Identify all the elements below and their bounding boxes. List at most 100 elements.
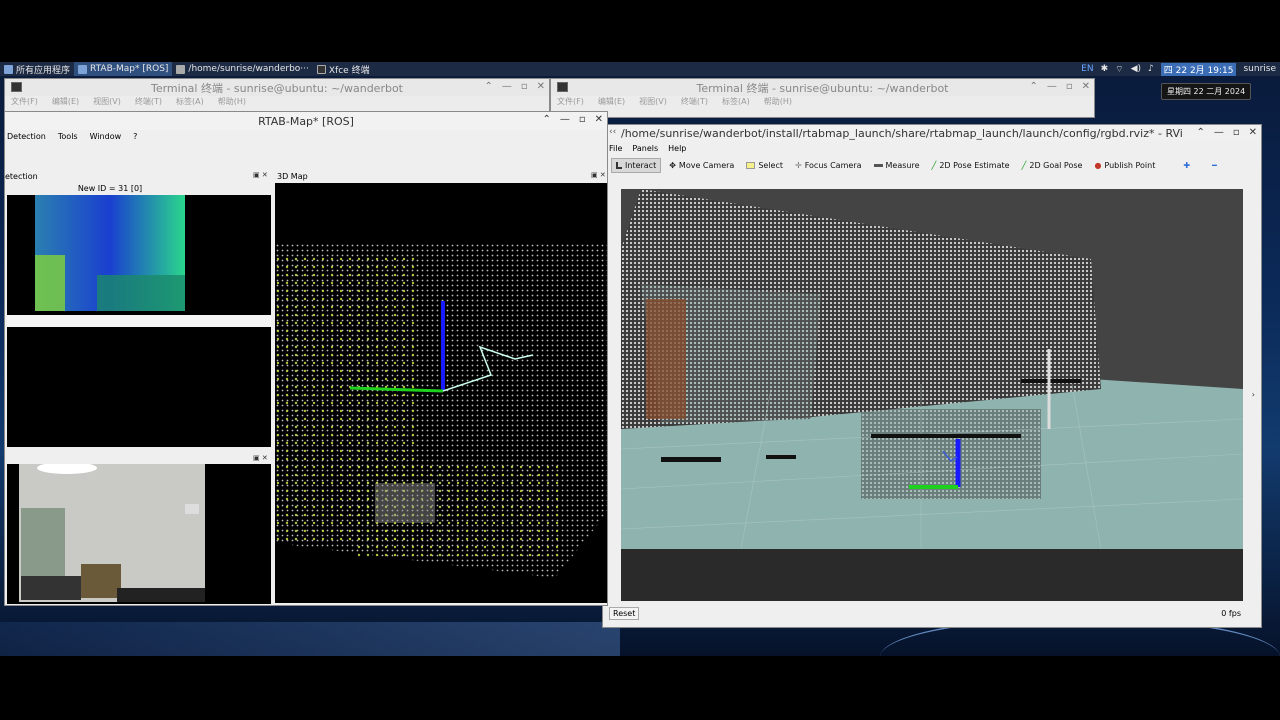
shade-button[interactable]: ⌃ (1196, 127, 1204, 138)
goal-pose-icon: ╱ (1021, 160, 1027, 170)
rviz-statusbar: Reset 0 fps (603, 607, 1261, 623)
top-panel: 所有应用程序 RTAB-Map* [ROS] /home/sunrise/wan… (0, 62, 1280, 76)
tool-select[interactable]: Select (742, 159, 787, 172)
menu-view[interactable]: 视图(V) (639, 96, 667, 107)
tool-2d-goal-pose[interactable]: ╱ 2D Goal Pose (1018, 159, 1087, 172)
tool-move-camera[interactable]: ✥ Move Camera (665, 159, 738, 172)
task-rviz[interactable]: /home/sunrise/wanderbo··· (172, 62, 312, 76)
bluetooth-icon[interactable]: ✱ (1101, 64, 1109, 74)
dock-controls[interactable]: ▣ ✕ (253, 454, 268, 462)
window-controls: ⌃ — ▫ ✕ (1029, 81, 1090, 92)
keyboard-layout-indicator[interactable]: EN (1081, 64, 1093, 74)
close-button[interactable]: ✕ (537, 81, 545, 92)
terminal-menubar: 文件(F) 编辑(E) 视图(V) 终端(T) 标签(A) 帮助(H) (5, 96, 549, 107)
dock-controls[interactable]: ▣ ✕ (591, 171, 606, 179)
close-button[interactable]: ✕ (595, 114, 603, 125)
task-label: RTAB-Map* [ROS] (90, 64, 169, 74)
minimize-icon[interactable]: ⌃ (484, 81, 492, 92)
menu-edit[interactable]: 编辑(E) (52, 96, 79, 107)
system-tray: EN ✱ ⌔ ◀) ♪ 四 22 2月 19:15 sunrise (1081, 62, 1280, 76)
wifi-icon[interactable]: ⌔ (1115, 64, 1123, 75)
rtabmap-menubar: Detection Tools Window ? (5, 130, 607, 142)
close-button[interactable]: ✕ (1082, 81, 1090, 92)
close-button[interactable]: ✕ (1249, 127, 1257, 138)
menu-file[interactable]: 文件(F) (557, 96, 584, 107)
tool-publish-point[interactable]: ● Publish Point (1090, 159, 1159, 172)
pose-estimate-icon: ╱ (931, 160, 937, 170)
menu-help[interactable]: 帮助(H) (218, 96, 246, 107)
menu-window[interactable]: Window (90, 132, 122, 141)
menu-terminal[interactable]: 终端(T) (681, 96, 708, 107)
select-icon (746, 161, 756, 169)
menu-tabs[interactable]: 标签(A) (176, 96, 204, 107)
menu-edit[interactable]: 编辑(E) (598, 96, 625, 107)
maximize-button[interactable]: ▫ (1066, 81, 1073, 92)
terminal-titlebar[interactable]: Terminal 终端 - sunrise@ubuntu: ~/wanderbo… (5, 79, 549, 96)
minimize-button[interactable]: — (560, 114, 570, 125)
tool-label: Measure (885, 160, 920, 170)
chevron-right-icon[interactable]: › (1252, 390, 1255, 399)
reset-button[interactable]: Reset (609, 607, 640, 620)
remove-tool-button[interactable]: ━ (1208, 159, 1221, 172)
depth-image (35, 195, 185, 311)
applications-icon (4, 64, 13, 74)
minimize-button[interactable]: — (1214, 127, 1224, 138)
menu-tabs[interactable]: 标签(A) (722, 96, 750, 107)
tool-measure[interactable]: Measure (870, 159, 924, 172)
tool-interact[interactable]: Interact (611, 157, 662, 173)
rtabmap-app-icon (78, 64, 88, 74)
menu-detection[interactable]: Detection (7, 132, 46, 141)
task-rtabmap[interactable]: RTAB-Map* [ROS] (74, 62, 173, 76)
measure-icon (873, 163, 883, 167)
user-menu[interactable]: sunrise (1243, 64, 1276, 74)
menu-help[interactable]: 帮助(H) (764, 96, 792, 107)
wallpaper-band (0, 622, 620, 656)
volume-icon[interactable]: ◀) (1131, 64, 1141, 74)
move-camera-icon: ✥ (669, 160, 676, 170)
maximize-button[interactable]: ▫ (1233, 127, 1240, 138)
close-tab-icon[interactable]: ‹‹ (609, 127, 616, 137)
menu-file[interactable]: File (609, 144, 622, 153)
menu-terminal[interactable]: 终端(T) (135, 96, 162, 107)
menu-file[interactable]: 文件(F) (11, 96, 38, 107)
clock-tooltip: 星期四 22 二月 2024 (1161, 83, 1252, 100)
applications-menu[interactable]: 所有应用程序 (0, 62, 74, 76)
rviz-menubar: File Panels Help (603, 141, 1261, 155)
menu-view[interactable]: 视图(V) (93, 96, 121, 107)
tool-label: Move Camera (678, 160, 735, 170)
menu-help[interactable]: Help (668, 144, 686, 153)
tool-2d-pose-estimate[interactable]: ╱ 2D Pose Estimate (928, 159, 1014, 172)
maximize-button[interactable]: ▫ (521, 81, 528, 92)
plus-icon: ✚ (1183, 160, 1191, 170)
notification-bell-icon[interactable]: ♪ (1148, 64, 1154, 74)
rviz-window[interactable]: ‹‹ /home/sunrise/wanderbot/install/rtabm… (602, 124, 1262, 628)
minimize-button[interactable]: — (502, 81, 512, 92)
minimize-icon[interactable]: ⌃ (1029, 81, 1037, 92)
rviz-titlebar[interactable]: ‹‹ /home/sunrise/wanderbot/install/rtabm… (603, 125, 1261, 141)
rtabmap-3d-map-viewport[interactable] (275, 183, 607, 603)
minimize-button[interactable]: — (1047, 81, 1057, 92)
divider-strip (7, 315, 271, 327)
rtabmap-titlebar[interactable]: RTAB-Map* [ROS] ⌃ — ▫ ✕ (5, 112, 607, 130)
dock-controls[interactable]: ▣ ✕ (253, 171, 268, 179)
menu-tools[interactable]: Tools (58, 132, 78, 141)
menu-panels[interactable]: Panels (632, 144, 658, 153)
task-label: /home/sunrise/wanderbo··· (188, 64, 309, 74)
point-cloud-door (646, 299, 686, 419)
add-tool-button[interactable]: ✚ (1179, 159, 1194, 172)
rviz-app-icon (176, 64, 186, 74)
task-terminal[interactable]: Xfce 终端 (313, 62, 374, 76)
map-scene (275, 243, 607, 578)
menu-about[interactable]: ? (133, 132, 137, 141)
tool-focus-camera[interactable]: ✛ Focus Camera (791, 159, 866, 172)
rviz-3d-viewport[interactable] (621, 189, 1243, 601)
maximize-button[interactable]: ▫ (579, 114, 586, 125)
rviz-scene (621, 189, 1243, 601)
tool-label: Publish Point (1104, 160, 1156, 170)
terminal-titlebar[interactable]: Terminal 终端 - sunrise@ubuntu: ~/wanderbo… (551, 79, 1094, 96)
rtabmap-window[interactable]: RTAB-Map* [ROS] ⌃ — ▫ ✕ Detection Tools … (4, 111, 608, 606)
clock[interactable]: 四 22 2月 19:15 (1160, 62, 1237, 76)
tool-label: 2D Goal Pose (1029, 160, 1083, 170)
terminal-window-right[interactable]: Terminal 终端 - sunrise@ubuntu: ~/wanderbo… (550, 78, 1095, 118)
shade-button[interactable]: ⌃ (542, 114, 550, 125)
